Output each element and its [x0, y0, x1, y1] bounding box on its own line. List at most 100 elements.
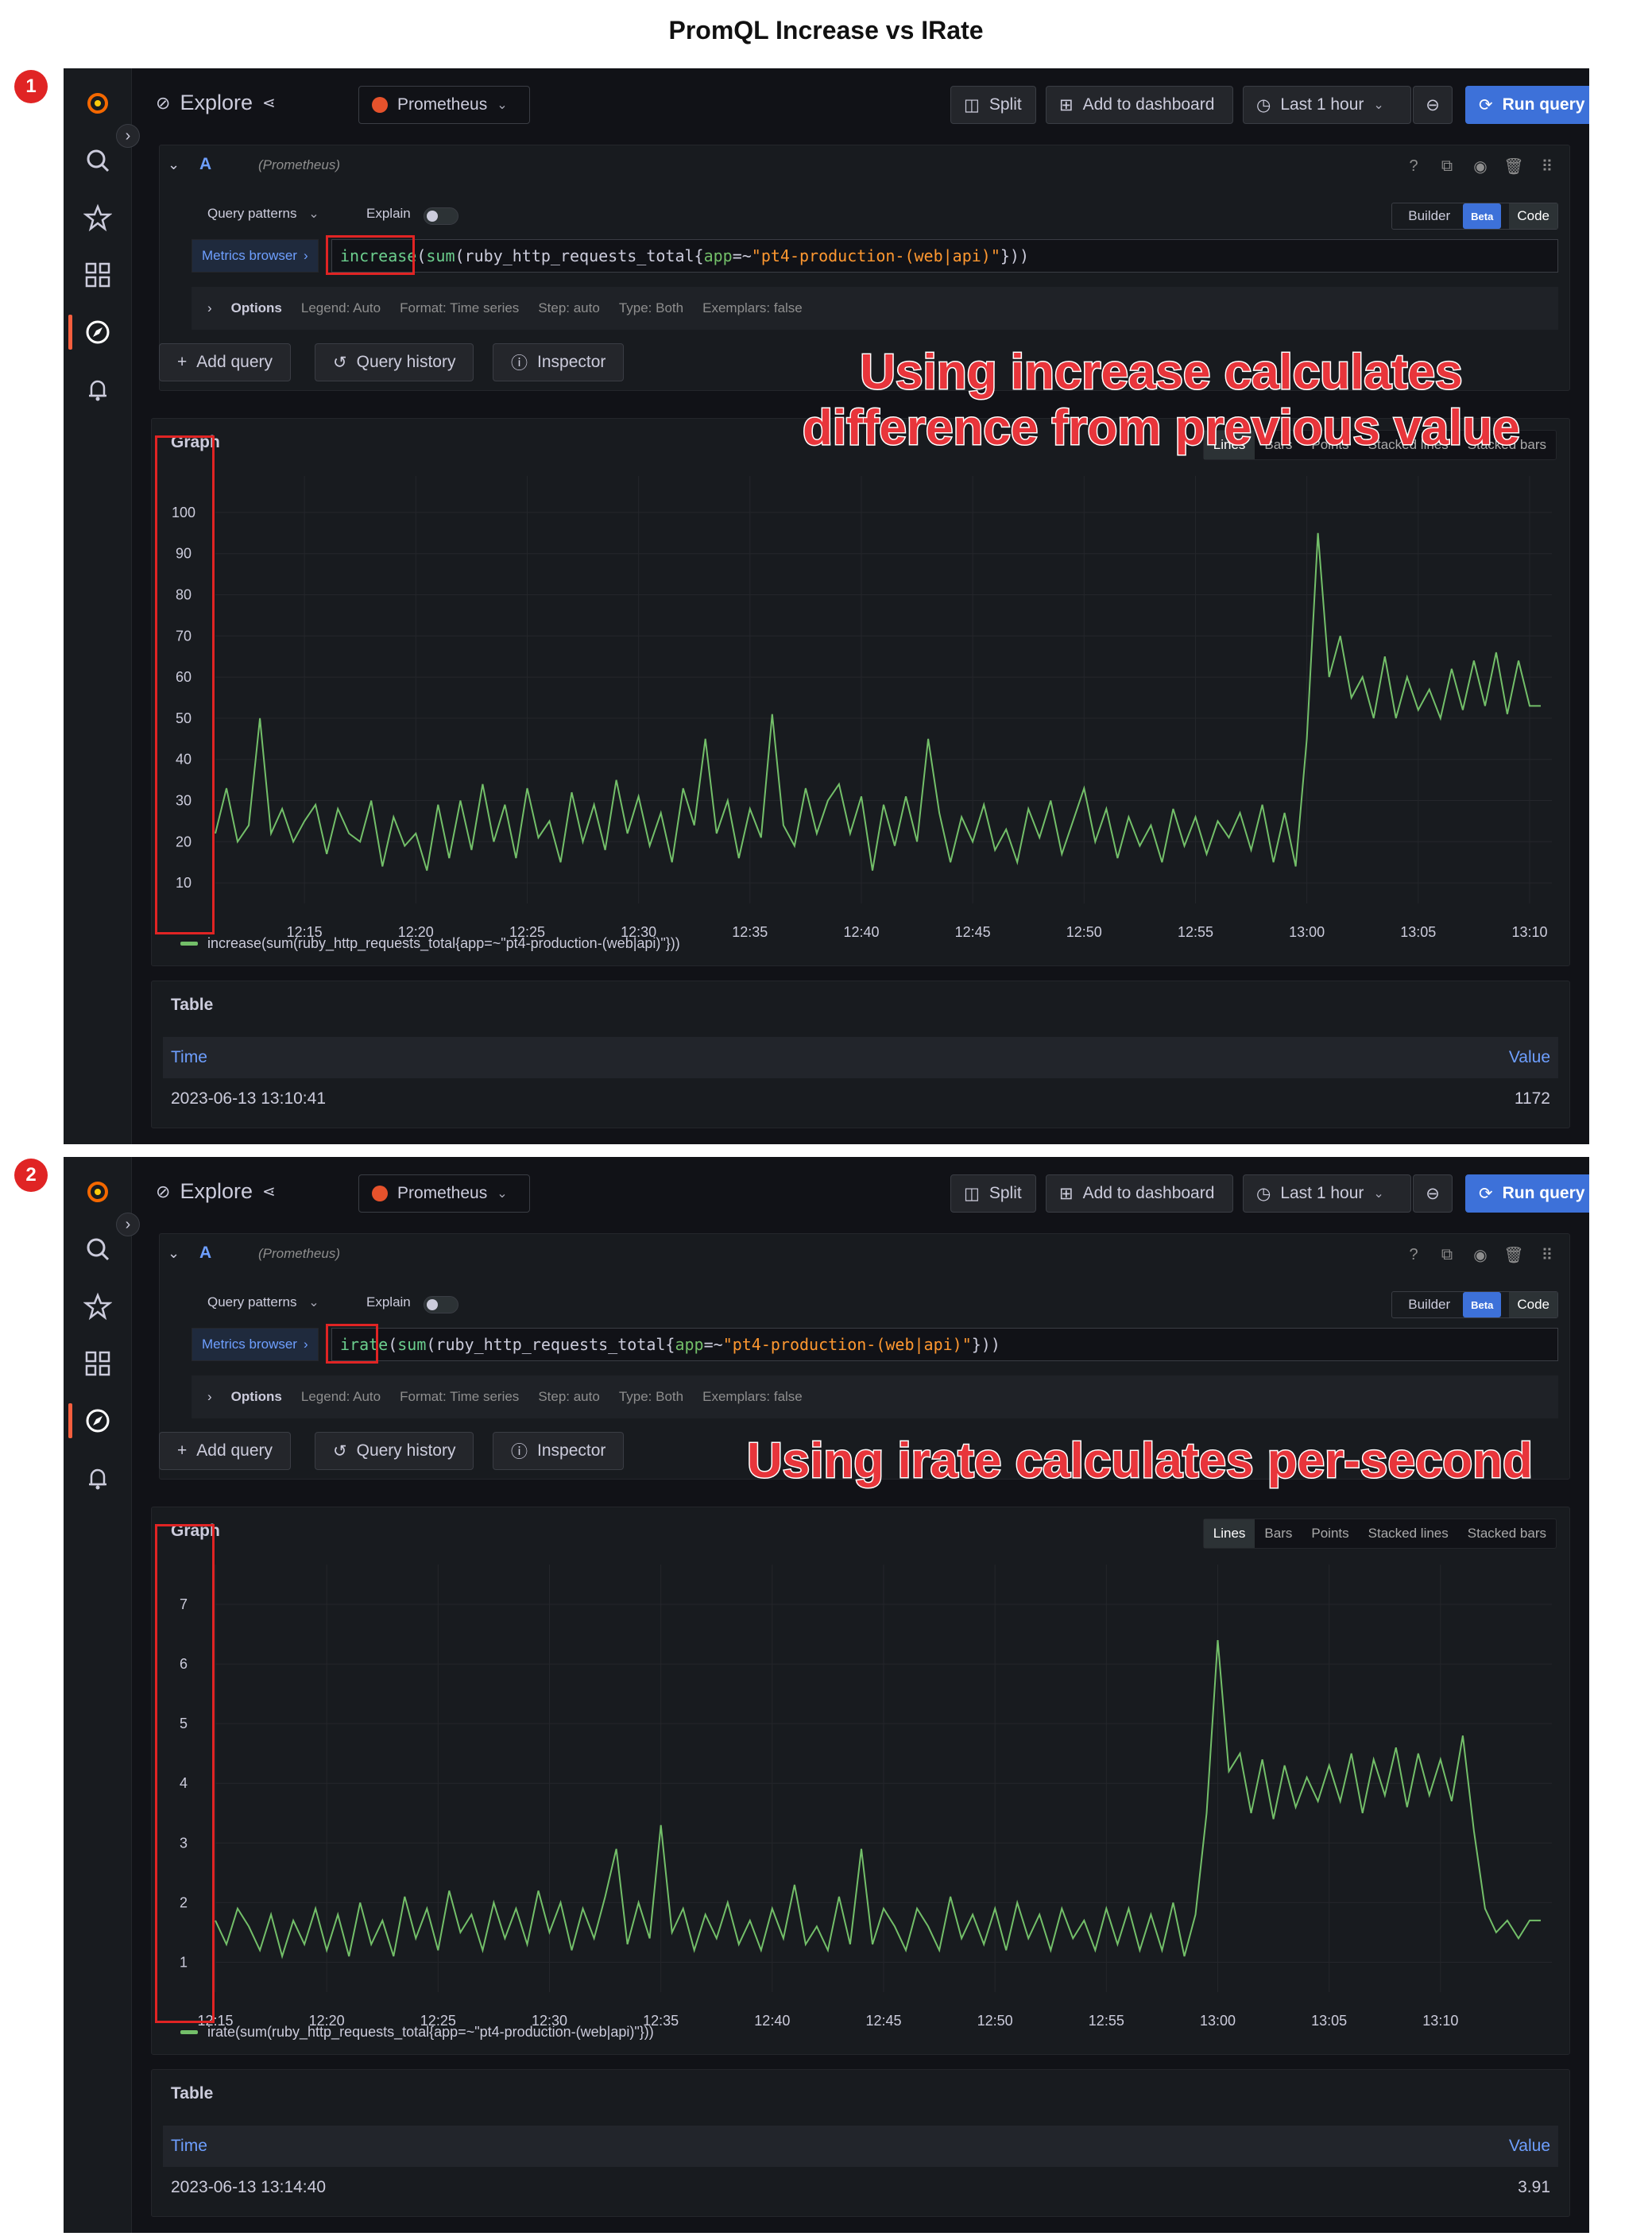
collapse-icon[interactable]: ⌄ [168, 1245, 180, 1262]
query-letter[interactable]: A [199, 1244, 211, 1263]
search-icon[interactable] [77, 1228, 118, 1270]
explain-toggle[interactable] [424, 1296, 458, 1313]
column-time[interactable]: Time [171, 2137, 207, 2156]
zoom-out-button[interactable]: ⊖ [1413, 86, 1453, 124]
drag-handle-icon[interactable]: ⠿ [1536, 155, 1558, 177]
time-range-picker[interactable]: ◷ Last 1 hour ⌄ [1243, 86, 1411, 124]
code-mode-button[interactable]: Code [1509, 1292, 1557, 1317]
chevron-right-icon: › [303, 248, 308, 263]
options-label: Options [230, 300, 282, 315]
star-icon[interactable] [77, 1286, 118, 1327]
trash-icon[interactable]: 🗑 [1503, 155, 1525, 177]
column-time[interactable]: Time [171, 1048, 207, 1067]
bell-icon[interactable] [77, 369, 118, 410]
inspector-button[interactable]: ⓘ Inspector [493, 1432, 625, 1470]
bell-icon[interactable] [77, 1457, 118, 1499]
legend-item[interactable]: irate(sum(ruby_http_requests_total{app=~… [180, 2024, 654, 2041]
share-icon[interactable]: ⋖ [262, 1182, 276, 1201]
eye-icon[interactable]: ◉ [1469, 155, 1491, 177]
code-mode-button[interactable]: Code [1509, 203, 1557, 229]
builder-mode-button[interactable]: Builder Beta [1392, 203, 1509, 229]
x-tick-label: 12:55 [1089, 2013, 1124, 2029]
run-query-button[interactable]: ⟳Run query⌄ [1465, 1174, 1589, 1213]
query-input[interactable]: irate(sum (ruby_http_requests_total{app =~… [331, 1328, 1558, 1361]
search-icon[interactable] [77, 140, 118, 181]
run-query-label: Run query [1502, 95, 1585, 114]
builder-mode-button[interactable]: Builder Beta [1392, 1292, 1509, 1317]
duplicate-icon[interactable]: ⧉ [1436, 1244, 1458, 1266]
grafana-logo-icon[interactable] [77, 1171, 118, 1213]
run-query-label: Run query [1502, 1184, 1585, 1202]
help-icon[interactable]: ? [1402, 1244, 1425, 1266]
series-line [215, 532, 1541, 871]
star-icon[interactable] [77, 197, 118, 238]
add-query-button[interactable]: + Add query [159, 343, 291, 381]
datasource-picker[interactable]: Prometheus ⌄ [358, 1174, 530, 1213]
time-range-picker[interactable]: ◷ Last 1 hour ⌄ [1243, 1174, 1411, 1213]
query-label-value: "pt4-production-(web|api)" [722, 1335, 972, 1354]
prometheus-icon [372, 97, 388, 113]
duplicate-icon[interactable]: ⧉ [1436, 155, 1458, 177]
query-datasource: (Prometheus) [258, 157, 340, 172]
drag-handle-icon[interactable]: ⠿ [1536, 1244, 1558, 1266]
query-patterns-label: Query patterns [207, 206, 297, 221]
x-tick-label: 12:40 [843, 924, 879, 940]
dashboards-icon[interactable] [77, 1343, 118, 1384]
split-label: Split [988, 1184, 1022, 1202]
explore-compass-icon[interactable] [68, 1400, 118, 1441]
add-to-dashboard-button[interactable]: ⊞ Add to dashboard [1046, 1174, 1233, 1213]
history-icon: ↺ [333, 1441, 347, 1460]
query-history-button[interactable]: ↺ Query history [315, 343, 474, 381]
grafana-logo-icon[interactable] [77, 83, 118, 124]
trash-icon[interactable]: 🗑 [1503, 1244, 1525, 1266]
add-query-button[interactable]: + Add query [159, 1432, 291, 1470]
explore-compass-icon[interactable] [68, 311, 118, 353]
column-value[interactable]: Value [1509, 2137, 1550, 2156]
explain-toggle[interactable] [424, 207, 458, 225]
collapse-icon[interactable]: ⌄ [168, 157, 180, 173]
datasource-picker[interactable]: Prometheus ⌄ [358, 86, 530, 124]
top-bar: ⊘ Explore ⋖ Prometheus ⌄ ◫ Split ⊞ Add to … [132, 68, 1589, 143]
eye-icon[interactable]: ◉ [1469, 1244, 1491, 1266]
time-series-chart[interactable]: 10203040506070809010012:15 12:20 12:25 12:3… [152, 419, 1569, 967]
query-history-button[interactable]: ↺ Query history [315, 1432, 474, 1470]
function-highlight-box [326, 1324, 378, 1364]
query-input[interactable]: increase(sum (ruby_http_requests_total{ap… [331, 239, 1558, 273]
inspector-button[interactable]: ⓘ Inspector [493, 343, 625, 381]
query-label-value: "pt4-production-(web|api)" [751, 246, 1000, 265]
graph-panel: Graph Lines Bars Points Stacked lines Stacke… [151, 1507, 1570, 2055]
x-tick-label: 12:50 [1066, 924, 1102, 940]
share-icon[interactable]: ⋖ [262, 93, 276, 113]
explore-label: Explore [180, 91, 253, 114]
zoom-out-button[interactable]: ⊖ [1413, 1174, 1453, 1213]
step-badge: 2 [14, 1159, 48, 1192]
query-letter[interactable]: A [199, 155, 211, 174]
editor-mode-switch: Builder Beta Code [1391, 1291, 1558, 1318]
function-highlight-box [326, 235, 415, 275]
time-series-chart[interactable]: 123456712:15 12:20 12:25 12:30 12:35 12:40 12:… [152, 1507, 1569, 2056]
dashboards-icon[interactable] [77, 254, 118, 296]
help-icon[interactable]: ? [1402, 155, 1425, 177]
explore-title: ⊘ Explore ⋖ [156, 91, 276, 115]
beta-badge: Beta [1463, 1292, 1502, 1317]
x-tick-label: 12:45 [955, 924, 991, 940]
query-options[interactable]: › Options Legend: Auto Format: Time seri… [192, 1375, 1558, 1418]
plus-icon: + [177, 353, 188, 371]
option-format: Format: Time series [400, 1389, 520, 1404]
query-patterns-dropdown[interactable]: Query patterns ⌄ [207, 206, 319, 222]
option-format: Format: Time series [400, 300, 520, 315]
split-button[interactable]: ◫ Split [950, 1174, 1036, 1213]
chevron-right-icon: › [207, 300, 212, 315]
legend-item[interactable]: increase(sum(ruby_http_requests_total{ap… [180, 935, 680, 952]
run-query-button[interactable]: ⟳Run query⌄ [1465, 86, 1589, 124]
metrics-browser-button[interactable]: Metrics browser › [192, 1328, 319, 1361]
query-options[interactable]: › Options Legend: Auto Format: Time seri… [192, 287, 1558, 330]
query-patterns-dropdown[interactable]: Query patterns ⌄ [207, 1294, 319, 1310]
metrics-browser-button[interactable]: Metrics browser › [192, 239, 319, 273]
add-to-dashboard-button[interactable]: ⊞ Add to dashboard [1046, 86, 1233, 124]
x-tick-label: 13:10 [1511, 924, 1547, 940]
annotation-text: Using irate calculates per-second [746, 1433, 1534, 1490]
clock-icon: ◷ [1256, 95, 1271, 114]
split-button[interactable]: ◫ Split [950, 86, 1036, 124]
column-value[interactable]: Value [1509, 1048, 1550, 1067]
